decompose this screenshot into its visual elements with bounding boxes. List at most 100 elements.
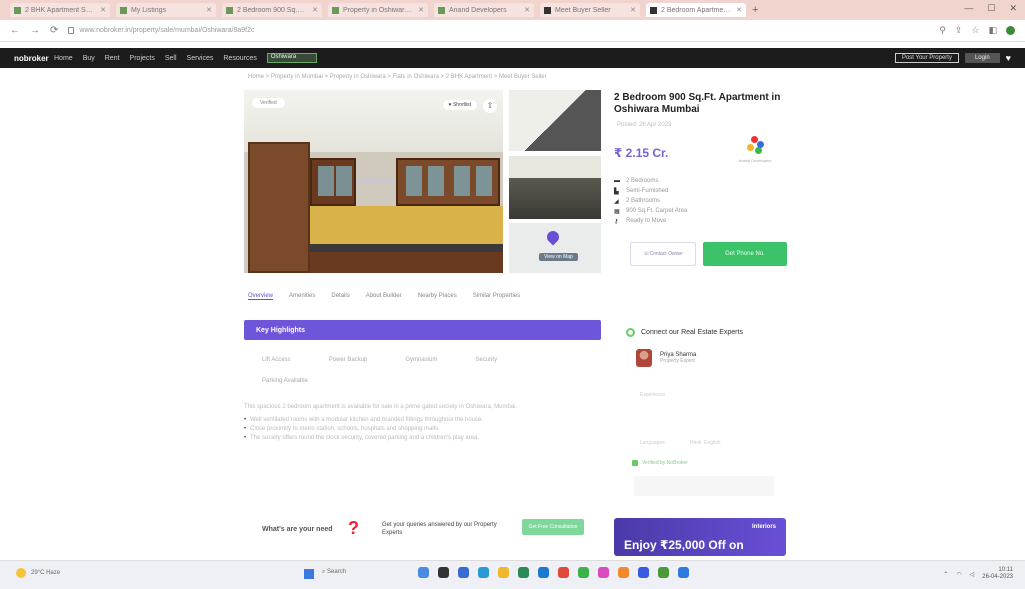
app-icon[interactable]: [638, 567, 649, 578]
app-icon[interactable]: [538, 567, 549, 578]
tab-overview[interactable]: Overview: [248, 293, 274, 300]
close-icon[interactable]: ✕: [736, 6, 742, 14]
extensions-icon[interactable]: ◧: [988, 25, 997, 36]
close-window-icon[interactable]: ✕: [1009, 3, 1017, 14]
property-title: 2 Bedroom 900 Sq.Ft. Apartment in Oshiwa…: [614, 92, 781, 115]
browser-tab[interactable]: My Listings ✕: [116, 3, 216, 17]
weather-widget[interactable]: 29°C Haze: [16, 568, 60, 578]
main-property-photo[interactable]: Verified ♥ Shortlist ⇧: [244, 90, 503, 273]
post-property-button[interactable]: Post Your Property: [894, 53, 959, 63]
menu-item-home[interactable]: Home: [54, 55, 73, 62]
needs-text: Get your queries answered by our Propert…: [382, 522, 497, 536]
address-bar: ← → ⟳ www.nobroker.in/property/sale/mumb…: [0, 20, 1025, 42]
favicon-icon: [438, 6, 445, 14]
promo-banner[interactable]: Interiors Enjoy ₹25,000 Off on: [614, 518, 786, 556]
bookmark-star-icon[interactable]: ☆: [971, 25, 979, 36]
taskbar-search[interactable]: ⌕ Search: [322, 569, 346, 576]
app-icon[interactable]: [438, 567, 449, 578]
wifi-icon[interactable]: ◠: [956, 571, 961, 578]
tab-nearby[interactable]: Nearby Places: [418, 293, 457, 300]
feature-item: ▙ Semi-Furnished: [614, 188, 669, 195]
chevron-up-icon[interactable]: ⌃: [943, 571, 948, 578]
windows-taskbar: 29°C Haze ⌕ Search ⌃ ◠ ◁ 10:11 26-04-202…: [0, 560, 1025, 589]
share-icon[interactable]: ⇪: [955, 25, 963, 36]
photo-lower-cabinet: [310, 252, 503, 273]
maximize-icon[interactable]: ☐: [987, 3, 995, 14]
browser-tab-active[interactable]: 2 Bedroom Apartment in Oshiwara✕: [646, 3, 746, 17]
browser-tab[interactable]: Meet Buyer Seller ✕: [540, 3, 640, 17]
share-icon[interactable]: ⇧: [483, 99, 497, 113]
photo-thumbnail[interactable]: [509, 156, 601, 219]
contact-owner-button[interactable]: ☏ Contact Owner: [630, 242, 696, 266]
app-icon[interactable]: [558, 567, 569, 578]
menu-item-sell[interactable]: Sell: [165, 55, 177, 62]
app-icon[interactable]: [418, 567, 429, 578]
login-button[interactable]: Login: [964, 53, 1000, 63]
zoom-icon[interactable]: ⚲: [939, 25, 946, 36]
windows-start-icon[interactable]: [304, 569, 314, 579]
question-mark-icon: ?: [348, 518, 359, 538]
property-description: This spacious 2 bedroom apartment is ava…: [244, 403, 601, 443]
app-icon[interactable]: [518, 567, 529, 578]
site-logo[interactable]: nobroker: [14, 54, 49, 62]
shortlist-button[interactable]: ♥ Shortlist: [442, 100, 477, 110]
browser-tab[interactable]: 2 Bedroom 900 Sq.Ft. Apartment✕: [222, 3, 322, 17]
menu-item-resources[interactable]: Resources: [223, 55, 256, 62]
expert-card[interactable]: Priya Sharma Property Expert: [636, 349, 696, 367]
browser-tab[interactable]: Anand Developers ✕: [434, 3, 534, 17]
reload-icon[interactable]: ⟳: [50, 25, 58, 36]
close-icon[interactable]: ✕: [418, 6, 424, 14]
back-icon[interactable]: ←: [10, 25, 20, 36]
profile-avatar-icon[interactable]: [1006, 26, 1015, 35]
logo-petal: [747, 144, 754, 151]
highlight-item: Security: [475, 357, 498, 363]
app-icon[interactable]: [658, 567, 669, 578]
header-actions: Post Your Property Login ♥: [894, 53, 1011, 63]
description-bullets: Well ventilated rooms with a modular kit…: [244, 416, 601, 443]
menu-item-services[interactable]: Services: [187, 55, 214, 62]
volume-icon[interactable]: ◁: [970, 571, 975, 578]
consultation-button[interactable]: Get Free Consultation: [522, 519, 584, 535]
app-icon[interactable]: [678, 567, 689, 578]
app-icon[interactable]: [598, 567, 609, 578]
get-phone-button[interactable]: Get Phone No.: [703, 242, 787, 266]
close-icon[interactable]: ✕: [312, 6, 318, 14]
new-tab-button[interactable]: +: [752, 4, 758, 16]
promo-offer: Enjoy ₹25,000 Off on: [624, 538, 744, 552]
system-clock[interactable]: 10:11 26-04-2023: [982, 567, 1013, 581]
highlight-item: Power Backup: [328, 357, 368, 363]
close-icon[interactable]: ✕: [524, 6, 530, 14]
tab-similar[interactable]: Similar Properties: [473, 293, 520, 300]
builder-logo[interactable]: Anand Developers: [735, 136, 775, 168]
close-icon[interactable]: ✕: [206, 6, 212, 14]
minimize-icon[interactable]: —: [964, 3, 973, 14]
section-tabs: Overview Amenities Details About Builder…: [248, 293, 520, 300]
photo-thumbnail[interactable]: [509, 90, 601, 151]
tab-details[interactable]: Details: [331, 293, 349, 300]
breadcrumb[interactable]: Home > Property in Mumbai > Property in …: [248, 74, 547, 80]
photo-glass-panel: [318, 166, 334, 196]
forward-icon[interactable]: →: [30, 25, 40, 36]
photo-glass-panel: [476, 166, 492, 196]
app-icon[interactable]: [458, 567, 469, 578]
menu-item-projects[interactable]: Projects: [130, 55, 155, 62]
app-icon[interactable]: [498, 567, 509, 578]
location-search[interactable]: Oshiwara: [266, 53, 317, 63]
heart-icon[interactable]: ♥: [1006, 53, 1011, 63]
close-icon[interactable]: ✕: [100, 6, 106, 14]
app-icon[interactable]: [578, 567, 589, 578]
app-icon[interactable]: [618, 567, 629, 578]
url-field[interactable]: www.nobroker.in/property/sale/mumbai/Osh…: [68, 24, 398, 38]
view-map-button[interactable]: View on Map: [539, 253, 578, 261]
menu-item-buy[interactable]: Buy: [83, 55, 95, 62]
menu-item-rent[interactable]: Rent: [105, 55, 120, 62]
tab-amenities[interactable]: Amenities: [289, 293, 315, 300]
map-thumbnail[interactable]: View on Map: [509, 223, 601, 273]
close-icon[interactable]: ✕: [630, 6, 636, 14]
browser-tab[interactable]: 2 BHK Apartment Sale in Oshiwara✕: [10, 3, 110, 17]
browser-tab[interactable]: Property in Oshiwara Mumbai✕: [328, 3, 428, 17]
app-icon[interactable]: [478, 567, 489, 578]
location-pin-icon: [544, 228, 562, 246]
tab-about-builder[interactable]: About Builder: [366, 293, 402, 300]
property-posted-date: Posted: 26 Apr 2023: [617, 122, 672, 128]
